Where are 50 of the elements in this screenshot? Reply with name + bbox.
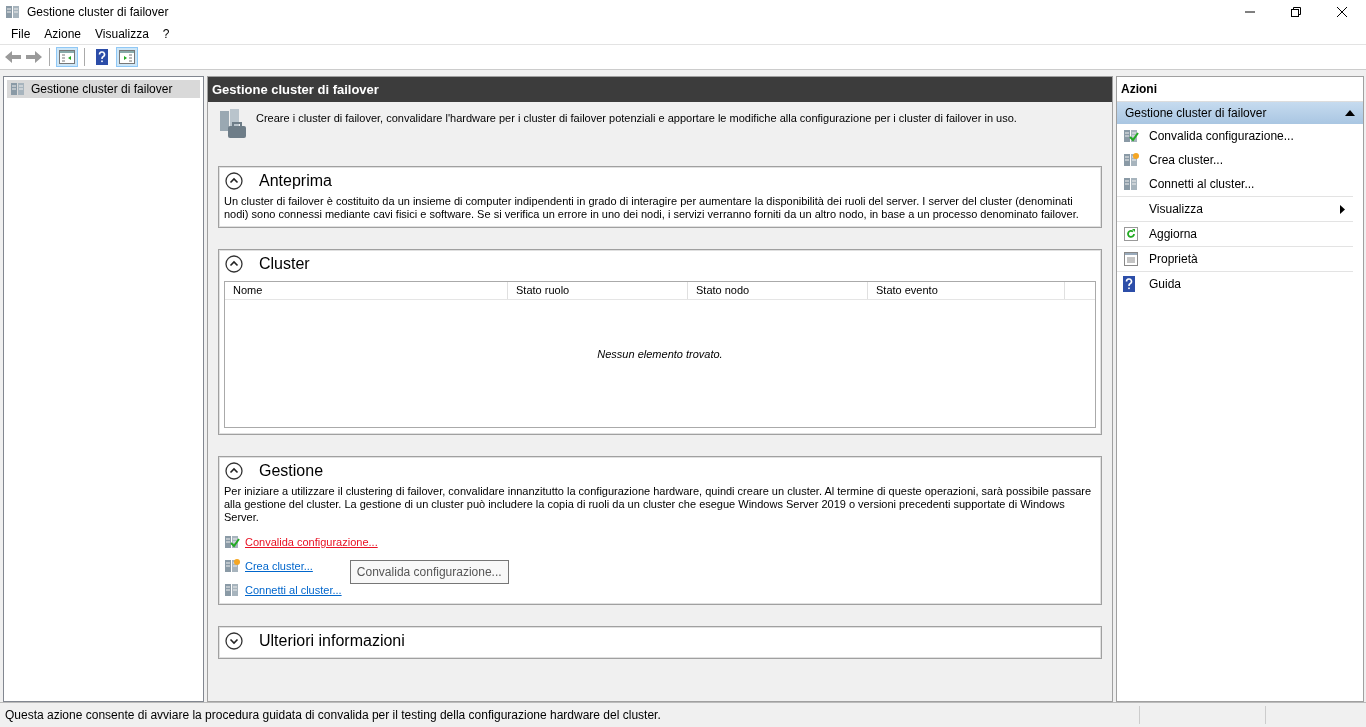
action-item[interactable]: Connetti al cluster... [1117, 172, 1353, 197]
close-icon[interactable] [1336, 5, 1348, 18]
section-title: Gestione [259, 462, 324, 480]
collapse-toggle-icon[interactable] [225, 172, 243, 190]
column-header[interactable]: Nome [225, 282, 508, 299]
section-title: Anteprima [259, 172, 332, 190]
action-item[interactable]: Visualizza [1117, 197, 1353, 222]
action-link[interactable]: Convalida configurazione... [245, 536, 378, 548]
menu-item[interactable]: Azione [37, 26, 89, 41]
properties-icon [1123, 251, 1139, 267]
collapse-toggle-icon[interactable] [225, 632, 243, 650]
column-header[interactable]: Stato ruolo [508, 282, 688, 299]
server-icon [224, 582, 240, 598]
server-icon [10, 81, 26, 97]
collapse-triangle-icon[interactable] [1345, 110, 1355, 116]
column-header[interactable]: Stato nodo [688, 282, 868, 299]
help-icon [1123, 276, 1135, 292]
tooltip: Convalida configurazione... [349, 560, 509, 584]
action-item[interactable]: Proprietà [1117, 247, 1353, 272]
show-tree-button[interactable] [56, 47, 78, 67]
show-action-pane-button[interactable] [116, 47, 138, 67]
restore-icon[interactable] [1290, 5, 1302, 18]
column-header[interactable]: Stato evento [868, 282, 1065, 299]
action-group-header[interactable]: Gestione cluster di failover [1117, 102, 1363, 124]
status-text: Questa azione consente di avviare la procedura guidata di convalida per il testing della configurazione hardware del cluster. [4, 708, 662, 722]
section-title: Cluster [259, 255, 310, 273]
section-text: Per iniziare a utilizzare il clustering di failover, convalidare innanzitutto la configurazione hardware, quindi creare un cluster. Al termine di queste operazioni, sarà possibile passare alla gestione del cluster. La gestione di un cluster può includere la copia di ruoli da un cluster che esegue Windows Server 2019 o versioni precedenti supportate di Windows Server. [224, 485, 1093, 524]
window-title: Gestione cluster di failover [27, 4, 169, 19]
collapse-toggle-icon[interactable] [225, 255, 243, 273]
server-check-icon [1123, 128, 1139, 144]
action-item[interactable]: Convalida configurazione... [1117, 124, 1363, 148]
action-link[interactable]: Connetti al cluster... [245, 584, 342, 596]
collapse-toggle-icon[interactable] [225, 462, 243, 480]
menu-item[interactable]: File [4, 26, 38, 41]
server-icon [1123, 176, 1139, 192]
section-text: Un cluster di failover è costituito da un insieme di computer indipendenti in grado di interagire per aumentare la disponibilità dei ruoli del server. I server del cluster (denominati nodi) sono connessi mediante cavi fisici e software. Se si verifica un errore in uno dei nodi, i servizi verranno forniti da un altro nodo, in base a un processo denominato failover. [224, 195, 1080, 221]
action-item[interactable]: Crea cluster... [1117, 148, 1363, 172]
action-link[interactable]: Crea cluster... [245, 560, 313, 572]
server-check-icon [224, 534, 240, 550]
refresh-icon [1123, 226, 1139, 242]
menu-item[interactable]: Visualizza [88, 26, 156, 41]
empty-message: Nessun elemento trovato. [597, 347, 723, 360]
action-item[interactable]: Guida [1117, 272, 1363, 296]
pane-header: Gestione cluster di failover [208, 77, 1112, 102]
description-text: Creare i cluster di failover, convalidare l'hardware per i cluster di failover potenziali e apportare le modifiche alla configurazione per i cluster di failover in uso. [256, 112, 1017, 124]
menu-item[interactable]: ? [155, 26, 177, 41]
tree-item[interactable]: Gestione cluster di failover [7, 80, 200, 98]
section-title: Ulteriori informazioni [259, 632, 405, 650]
action-item[interactable]: Aggiorna [1117, 222, 1353, 247]
server-icon [5, 3, 21, 20]
